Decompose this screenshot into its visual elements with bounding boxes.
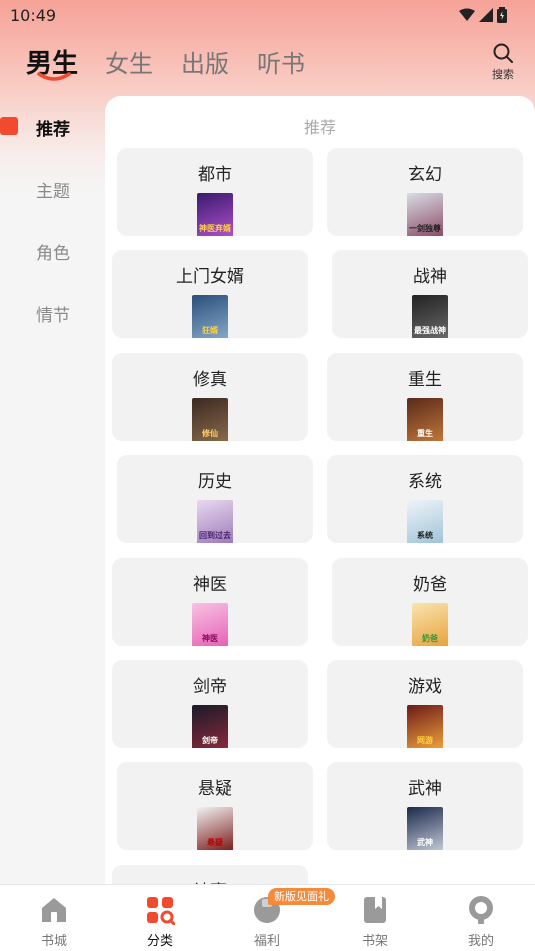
category-label: 上门女婿: [176, 267, 244, 287]
nav-label: 分类: [146, 934, 173, 949]
book-cover-image: 最强战神: [412, 295, 448, 338]
category-card[interactable]: 奶爸 奶爸: [332, 558, 528, 646]
category-panel: 推荐 都市 神医弃婿 玄幻 一剑独尊 上门女婿 狂婿 战神 最强战神 修真 修仙 重生 重生 历史 回到过…: [105, 96, 535, 886]
search-label: 搜索: [492, 68, 514, 81]
active-tab-indicator: [37, 72, 71, 81]
category-label: 战神: [413, 267, 447, 287]
category-card[interactable]: 系统 系统: [327, 455, 523, 543]
book-cover-title: 系统: [417, 531, 433, 540]
bookshelf-icon: [364, 897, 386, 923]
sidebar-item-plot[interactable]: 情节: [0, 282, 105, 344]
sidebar-item-label: 推荐: [36, 119, 70, 140]
book-cover-title: 剑帝: [202, 736, 218, 745]
category-label: 都市: [198, 165, 232, 185]
category-label: 剑帝: [193, 677, 227, 697]
book-cover-title: 悬疑: [207, 838, 223, 847]
nav-label: 书城: [40, 934, 67, 949]
category-label: 奶爸: [413, 575, 447, 595]
nav-label: 我的: [467, 934, 494, 949]
status-bar: 10:49: [0, 0, 535, 30]
category-label: 神医: [193, 575, 227, 595]
book-cover-title: 回到过去: [199, 531, 231, 540]
category-label: 系统: [408, 472, 442, 492]
sidebar-item-recommend[interactable]: 推荐: [0, 96, 105, 158]
book-cover-image: 狂婿: [192, 295, 228, 338]
category-card[interactable]: 神豪: [112, 865, 308, 886]
category-card[interactable]: 战神 最强战神: [332, 250, 528, 338]
book-cover-image: 奶爸: [412, 603, 448, 646]
book-cover-image: 神医: [192, 603, 228, 646]
sidebar: 推荐 主题 角色 情节: [0, 96, 105, 344]
category-card[interactable]: 悬疑 悬疑: [117, 762, 313, 850]
book-cover-image: 武神: [407, 807, 443, 850]
category-card[interactable]: 神医 神医: [112, 558, 308, 646]
sidebar-item-label: 主题: [36, 181, 70, 202]
category-card[interactable]: 玄幻 一剑独尊: [327, 148, 523, 236]
book-cover-title: 修仙: [202, 429, 218, 438]
nav-bookstore[interactable]: 书城: [14, 885, 94, 951]
sidebar-item-label: 情节: [36, 305, 70, 326]
category-card[interactable]: 武神 武神: [327, 762, 523, 850]
nav-label: 福利: [253, 934, 280, 949]
home-icon: [42, 898, 66, 922]
sidebar-item-theme[interactable]: 主题: [0, 158, 105, 220]
book-cover-title: 狂婿: [202, 326, 218, 335]
category-card[interactable]: 游戏 网游: [327, 660, 523, 748]
search-button[interactable]: 搜索: [488, 42, 518, 86]
category-label: 游戏: [408, 677, 442, 697]
category-card[interactable]: 上门女婿 狂婿: [112, 250, 308, 338]
category-card[interactable]: 历史 回到过去: [117, 455, 313, 543]
nav-bookshelf[interactable]: 书架: [335, 885, 415, 951]
wifi-icon: [459, 8, 475, 21]
book-cover-title: 最强战神: [414, 326, 446, 335]
book-cover-title: 一剑独尊: [409, 224, 441, 233]
sidebar-active-marker: [0, 117, 18, 135]
book-cover-title: 神医弃婿: [199, 224, 231, 233]
category-card[interactable]: 都市 神医弃婿: [117, 148, 313, 236]
search-icon: [493, 43, 513, 63]
sidebar-item-label: 角色: [36, 243, 70, 264]
book-cover-image: 网游: [407, 705, 443, 748]
battery-icon: [497, 7, 507, 23]
panel-title: 推荐: [303, 118, 336, 137]
nav-profile[interactable]: 我的: [441, 885, 521, 951]
category-card[interactable]: 剑帝 剑帝: [112, 660, 308, 748]
book-cover-title: 奶爸: [422, 634, 438, 643]
status-time: 10:49: [10, 5, 57, 25]
book-cover-image: 一剑独尊: [407, 193, 443, 236]
tab-female[interactable]: 女生: [105, 44, 153, 79]
book-cover-image: 回到过去: [197, 500, 233, 543]
nav-label: 书架: [361, 934, 388, 949]
category-icon: [147, 897, 175, 925]
book-cover-image: 修仙: [192, 398, 228, 441]
category-label: 历史: [198, 472, 232, 492]
user-icon: [469, 896, 493, 924]
category-label: 玄幻: [408, 165, 442, 185]
category-card[interactable]: 重生 重生: [327, 353, 523, 441]
category-label: 重生: [408, 370, 442, 390]
book-cover-title: 神医: [202, 634, 218, 643]
book-cover-title: 重生: [417, 429, 433, 438]
book-cover-image: 重生: [407, 398, 443, 441]
header: 男生 女生 出版 听书 搜索: [0, 38, 535, 88]
status-icons: [459, 7, 507, 23]
signal-icon: [479, 8, 493, 22]
book-cover-image: 神医弃婿: [197, 193, 233, 236]
book-cover-title: 武神: [417, 838, 433, 847]
category-label: 武神: [408, 779, 442, 799]
tab-audio[interactable]: 听书: [257, 44, 305, 79]
book-cover-image: 悬疑: [197, 807, 233, 850]
welfare-badge: 新版见面礼: [268, 888, 335, 905]
book-cover-image: 剑帝: [192, 705, 228, 748]
tab-publish[interactable]: 出版: [181, 44, 229, 79]
book-cover-title: 网游: [417, 736, 433, 745]
category-label: 修真: [193, 370, 227, 390]
category-card[interactable]: 修真 修仙: [112, 353, 308, 441]
sidebar-item-role[interactable]: 角色: [0, 220, 105, 282]
category-label: 悬疑: [198, 779, 232, 799]
book-cover-image: 系统: [407, 500, 443, 543]
nav-category[interactable]: 分类: [120, 885, 200, 951]
